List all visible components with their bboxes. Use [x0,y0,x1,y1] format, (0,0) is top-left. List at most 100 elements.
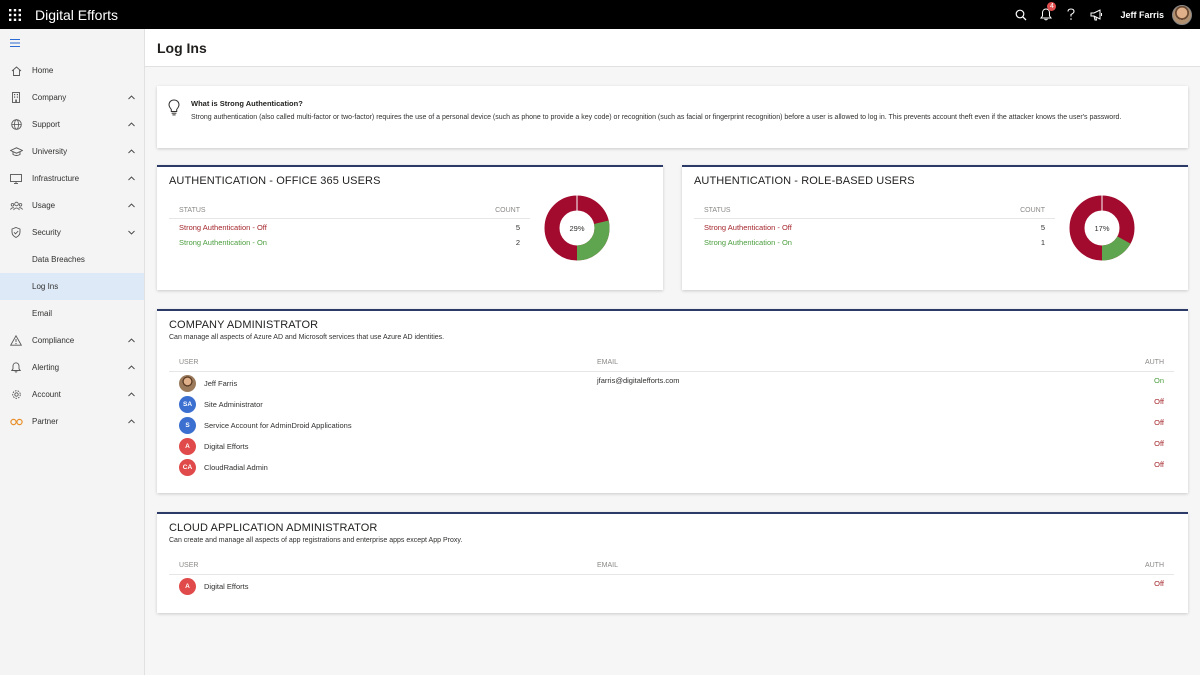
sidebar-item-label: Support [32,120,61,129]
warning-icon [9,334,23,348]
shield-icon [9,226,23,240]
monitor-icon [9,172,23,186]
content-area: What is Strong Authentication? Strong au… [145,67,1200,675]
sidebar-item-support[interactable]: Support [0,111,144,138]
card-title: COMPANY ADMINISTRATOR [169,319,319,331]
people-icon [9,199,23,213]
status-on-label: Strong Authentication - On [179,238,267,247]
partner-icon [9,415,23,429]
page-header: Log Ins [145,29,1200,67]
avatar: A [179,578,196,595]
gear-icon [9,388,23,402]
donut-label: 17% [1094,224,1109,233]
sidebar-item-usage[interactable]: Usage [0,192,144,219]
help-icon[interactable] [1059,0,1083,29]
chevron-up-icon [128,417,135,426]
table-row[interactable]: SA Site Administrator Off [169,393,1174,414]
table-header: STATUS COUNT [169,205,530,219]
sidebar-subitem-label: Data Breaches [32,255,85,264]
notification-badge: 4 [1047,2,1057,11]
auth-status: Off [1154,579,1164,588]
megaphone-icon[interactable] [1084,0,1108,29]
table-header: STATUS COUNT [694,205,1055,219]
app-launcher-icon[interactable] [0,0,30,29]
home-icon [9,64,23,78]
auth-status: Off [1154,418,1164,427]
table-row[interactable]: A Digital Efforts Off [169,435,1174,456]
table-row: Strong Authentication - On 1 [694,234,1055,249]
status-off-label: Strong Authentication - Off [704,223,792,232]
donut-label: 29% [569,224,584,233]
col-user: USER [179,359,199,366]
col-count: COUNT [1020,207,1045,214]
table-row[interactable]: CA CloudRadial Admin Off [169,456,1174,477]
auth-status: Off [1154,460,1164,469]
user-name: Service Account for AdminDroid Applicati… [204,421,352,430]
table-row[interactable]: S Service Account for AdminDroid Applica… [169,414,1174,435]
user-name: Jeff Farris [204,379,238,388]
sidebar-item-security[interactable]: Security [0,219,144,246]
cloud-app-admin-table: USER EMAIL AUTH A Digital Efforts Off [169,558,1174,596]
sidebar-item-label: Infrastructure [32,174,80,183]
sidebar-subitem-email[interactable]: Email [0,300,144,327]
col-count: COUNT [495,207,520,214]
sidebar-item-partner[interactable]: Partner [0,408,144,435]
sidebar-item-company[interactable]: Company [0,84,144,111]
count-value: 5 [515,223,520,232]
chevron-up-icon [128,201,135,210]
col-auth: AUTH [1144,359,1164,366]
chevron-up-icon [128,174,135,183]
graduation-cap-icon [9,145,23,159]
card-title: CLOUD APPLICATION ADMINISTRATOR [169,522,378,534]
sidebar-subitem-data-breaches[interactable]: Data Breaches [0,246,144,273]
sidebar-item-compliance[interactable]: Compliance [0,327,144,354]
company-admin-table: USER EMAIL AUTH Jeff Farris jfarris@digi… [169,355,1174,477]
avatar [179,375,196,392]
user-name: CloudRadial Admin [204,463,268,472]
col-user: USER [179,562,199,569]
hamburger-menu-icon[interactable] [0,29,144,57]
user-avatar[interactable] [1172,4,1192,25]
sidebar-item-university[interactable]: University [0,138,144,165]
sidebar-item-label: Partner [32,417,59,426]
chevron-up-icon [128,93,135,102]
sidebar-item-label: Account [32,390,61,399]
avatar: A [179,438,196,455]
sidebar-item-label: University [32,147,68,156]
sidebar-item-label: Company [32,93,67,102]
user-email: jfarris@digitalefforts.com [597,376,680,385]
company-admin-card: COMPANY ADMINISTRATOR Can manage all asp… [157,309,1188,493]
avatar: S [179,417,196,434]
sidebar-item-account[interactable]: Account [0,381,144,408]
col-status: STATUS [179,207,206,214]
chevron-down-icon [128,228,135,237]
count-value: 5 [1040,223,1045,232]
table-row[interactable]: Jeff Farris jfarris@digitalefforts.com O… [169,372,1174,393]
table-header: USER EMAIL AUTH [169,355,1174,372]
chevron-up-icon [128,147,135,156]
top-bar: Digital Efforts 4 Jeff Farris [0,0,1200,29]
app-title: Digital Efforts [35,6,118,23]
card-title: AUTHENTICATION - ROLE-BASED USERS [694,175,915,187]
sidebar-item-home[interactable]: Home [0,57,144,84]
sidebar-item-label: Alerting [32,363,60,372]
col-status: STATUS [704,207,731,214]
search-icon[interactable] [1009,0,1033,29]
auth-status: On [1153,376,1164,385]
avatar: SA [179,396,196,413]
status-on-label: Strong Authentication - On [704,238,792,247]
sidebar-subitem-log-ins[interactable]: Log Ins [0,273,144,300]
count-value: 2 [515,238,520,247]
sidebar-item-infrastructure[interactable]: Infrastructure [0,165,144,192]
globe-icon [9,118,23,132]
card-subtitle: Can create and manage all aspects of app… [169,537,463,544]
notification-bell-icon[interactable]: 4 [1034,0,1058,29]
user-name[interactable]: Jeff Farris [1120,10,1164,20]
sidebar-item-label: Usage [32,201,56,210]
main-area: Log Ins What is Strong Authentication? S… [145,29,1200,675]
chevron-up-icon [128,336,135,345]
table-row[interactable]: A Digital Efforts Off [169,575,1174,596]
sidebar-item-alerting[interactable]: Alerting [0,354,144,381]
bell-icon [9,361,23,375]
auth-office-table: STATUS COUNT Strong Authentication - Off… [169,205,530,249]
